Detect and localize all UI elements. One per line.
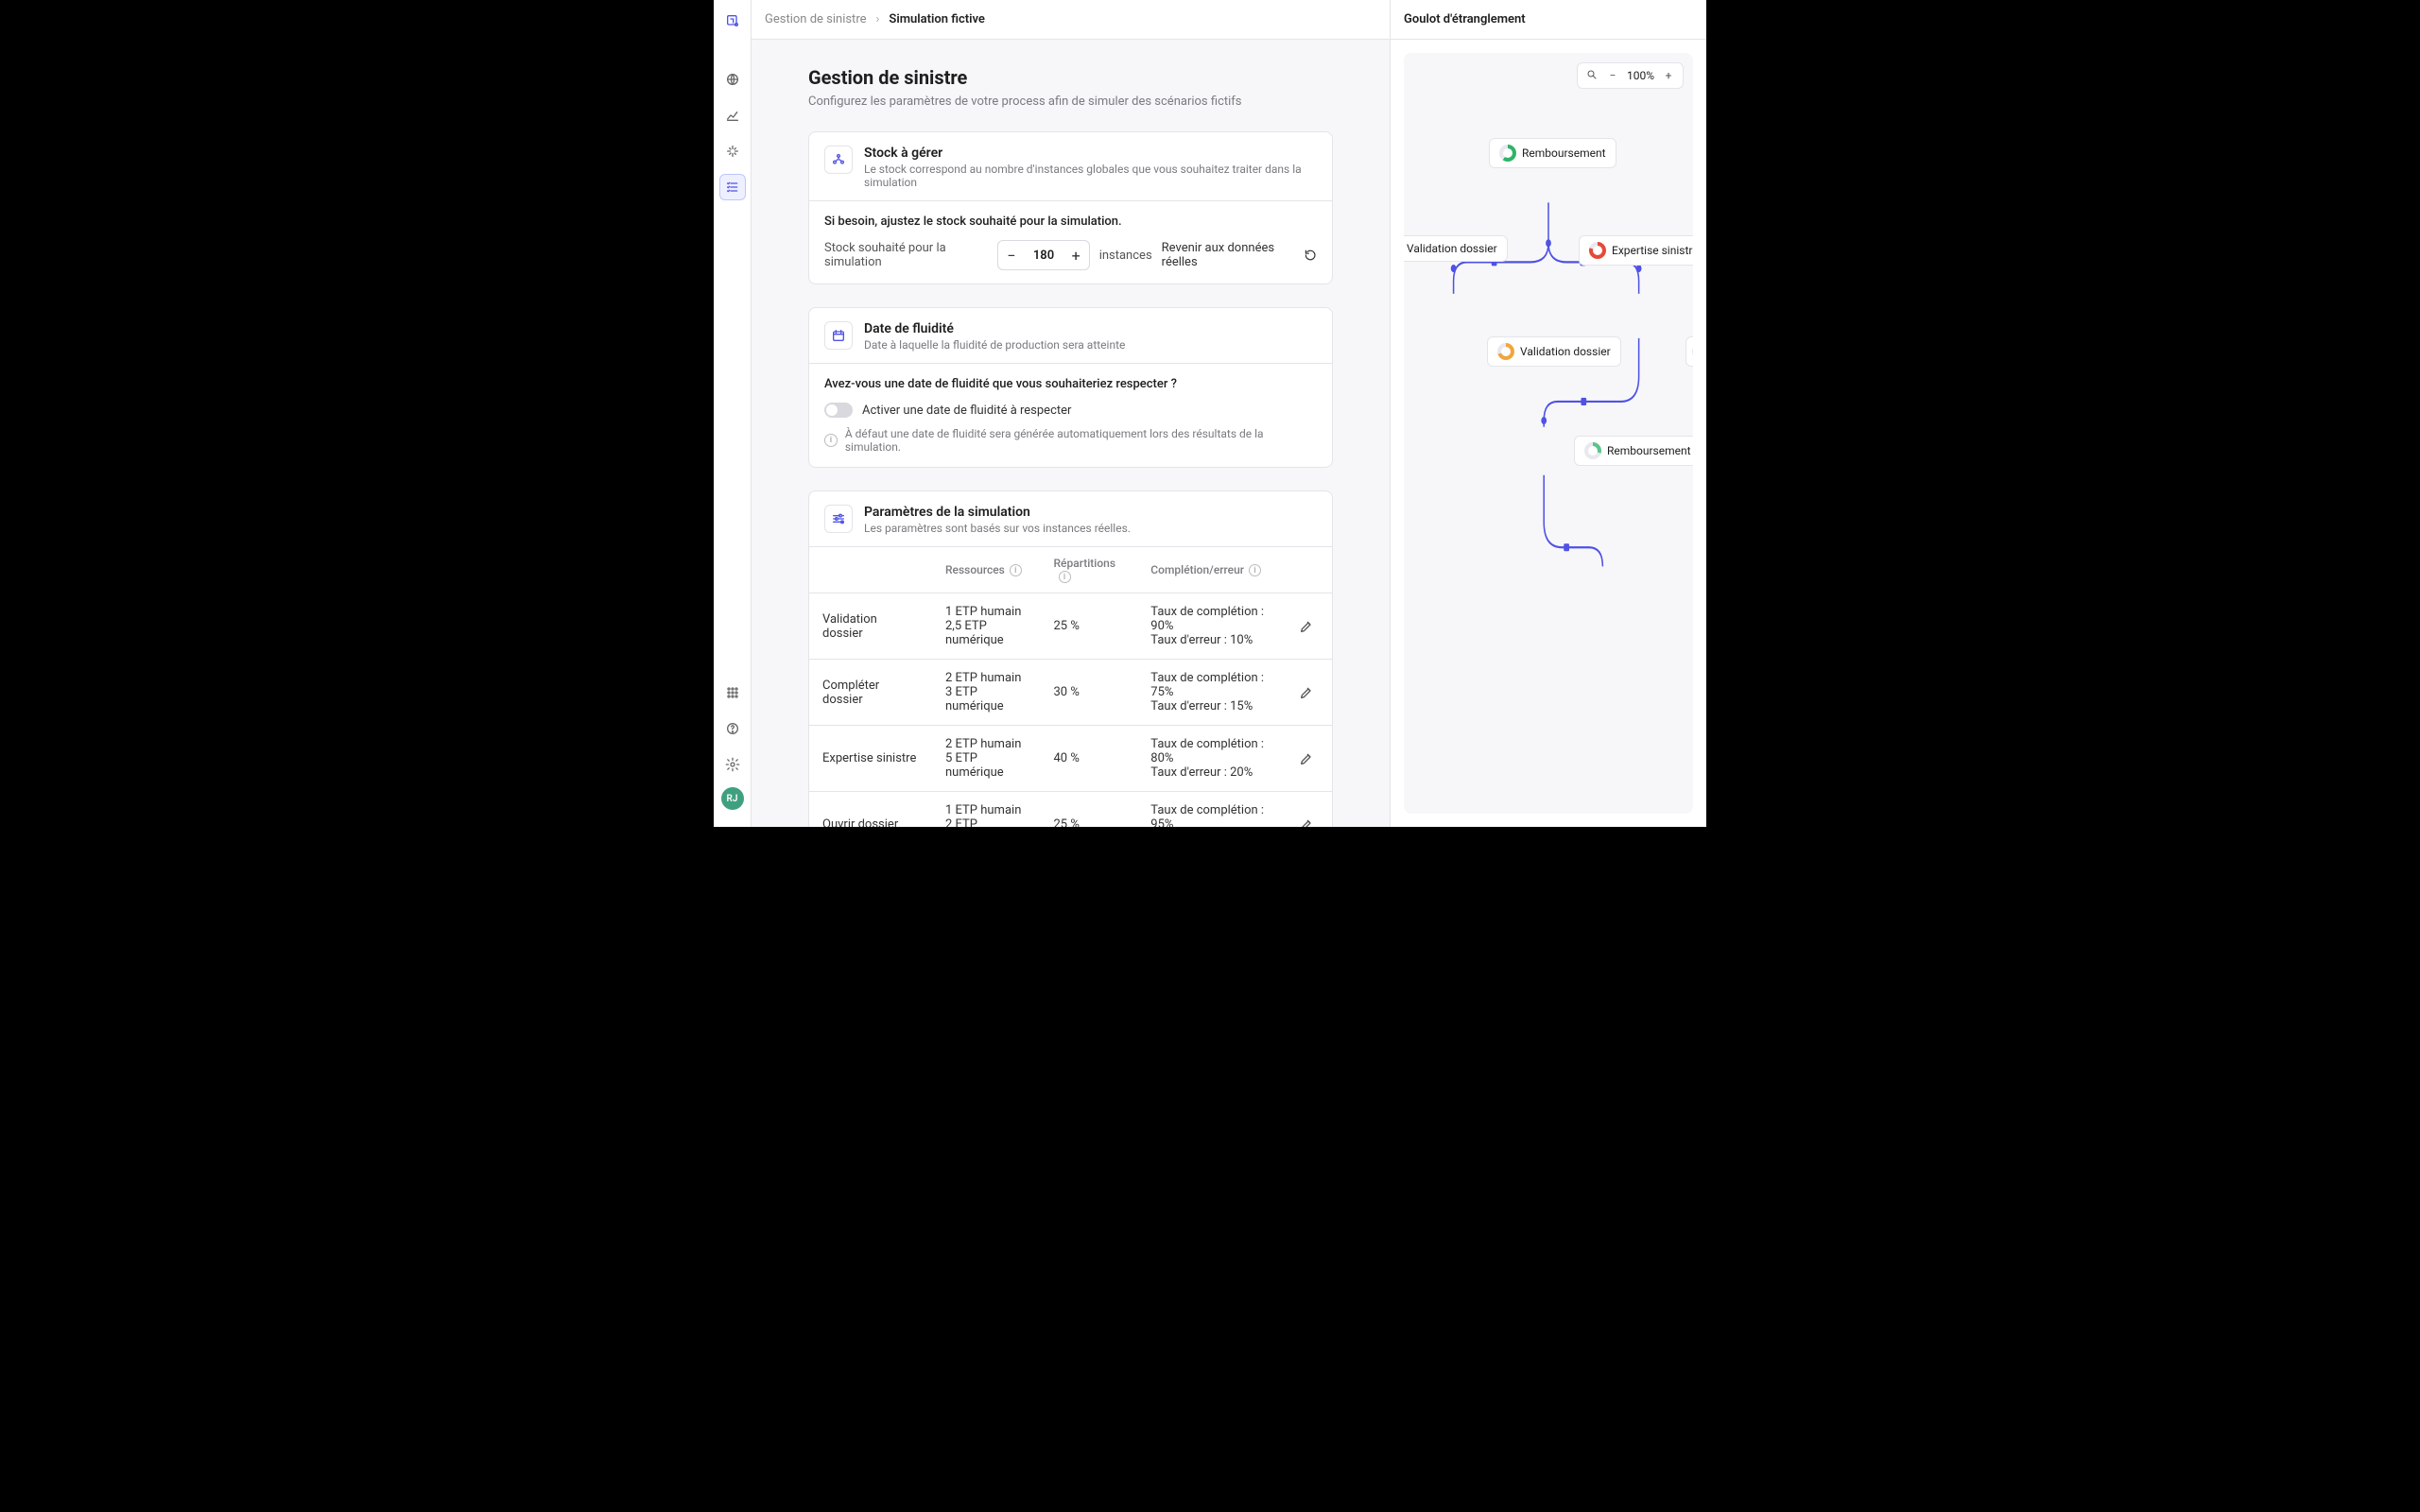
nav-globe[interactable] [719,66,746,93]
stepper-value: 180 [1024,241,1063,269]
params-subtitle: Les paramètres sont basés sur vos instan… [864,522,1131,535]
fluidite-toggle[interactable] [824,403,853,418]
nav-checklist[interactable] [719,174,746,200]
col-completion: Complétion/erreuri [1137,547,1281,593]
nav-sparkle[interactable] [719,138,746,164]
page-title: Gestion de sinistre [808,66,1333,89]
status-ring-icon [1692,343,1693,360]
row-completion: Taux de complétion : 95%Taux d'erreur : … [1137,792,1281,827]
pencil-icon [1299,817,1314,827]
row-name: Expertise sinistre [809,726,932,792]
quantity-stepper: − 180 + [997,240,1089,270]
fluidite-subtitle: Date à laquelle la fluidité de productio… [864,338,1125,352]
edit-button[interactable] [1294,680,1319,705]
status-ring-icon [1584,442,1601,459]
row-name: Ouvrir dossier [809,792,932,827]
stock-unit: instances [1099,249,1152,263]
table-row: Expertise sinistre2 ETP humain5 ETP numé… [809,726,1332,792]
app-logo[interactable] [719,8,746,34]
table-row: Compléter dossier2 ETP humain3 ETP numér… [809,660,1332,726]
sidebar: RJ [714,0,752,827]
row-repartition: 25 % [1041,593,1138,660]
row-completion: Taux de complétion : 90%Taux d'erreur : … [1137,593,1281,660]
stock-title: Stock à gérer [864,146,1317,161]
breadcrumb: Gestion de sinistre › Simulation fictive [752,0,1390,40]
node-validation-mid[interactable]: Validation dossier [1487,336,1621,367]
fluidite-title: Date de fluidité [864,321,1125,336]
node-partial-right[interactable] [1685,336,1693,367]
fluidite-toggle-label: Activer une date de fluidité à respecter [862,404,1071,418]
sliders-icon [824,505,853,533]
node-validation-left[interactable]: Validation dossier [1404,235,1508,262]
table-row: Ouvrir dossier1 ETP humain2 ETP numériqu… [809,792,1332,827]
right-panel-title: Goulot d'étranglement [1391,0,1706,40]
breadcrumb-parent[interactable]: Gestion de sinistre [765,12,867,26]
info-icon: i [1249,564,1261,576]
reset-label: Revenir aux données réelles [1162,241,1298,269]
right-panel: Goulot d'étranglement − 100% + [1390,0,1706,827]
nav-settings[interactable] [719,751,746,778]
col-resources: Ressourcesi [932,547,1041,593]
stock-icon [824,146,853,174]
params-title: Paramètres de la simulation [864,505,1131,520]
fluidite-card: Date de fluidité Date à laquelle la flui… [808,307,1333,468]
nav-help[interactable] [719,715,746,742]
pencil-icon [1299,685,1314,700]
avatar[interactable]: RJ [721,787,744,810]
row-completion: Taux de complétion : 80%Taux d'erreur : … [1137,726,1281,792]
fluidite-note: i À défaut une date de fluidité sera gén… [824,427,1317,454]
params-card: Paramètres de la simulation Les paramètr… [808,490,1333,827]
params-table: Ressourcesi Répartitionsi Complétion/err… [809,546,1332,827]
row-completion: Taux de complétion : 75%Taux d'erreur : … [1137,660,1281,726]
stock-label: Stock souhaité pour la simulation [824,241,988,269]
pencil-icon [1299,751,1314,766]
stepper-plus[interactable]: + [1063,241,1089,269]
edit-button[interactable] [1294,614,1319,639]
info-icon: i [1010,564,1022,576]
fluidite-question: Avez-vous une date de fluidité que vous … [824,377,1317,391]
status-ring-icon [1499,145,1516,162]
node-expertise[interactable]: Expertise sinistre [1579,235,1693,266]
status-ring-icon [1589,242,1606,259]
edit-button[interactable] [1294,747,1319,771]
nav-chart[interactable] [719,102,746,129]
stock-hint: Si besoin, ajustez le stock souhaité pou… [824,215,1317,229]
edit-button[interactable] [1294,813,1319,827]
info-icon: i [1059,571,1071,583]
col-repartitions: Répartitionsi [1041,547,1138,593]
breadcrumb-current: Simulation fictive [889,12,985,26]
chevron-right-icon: › [876,12,880,26]
row-name: Validation dossier [809,593,932,660]
table-row: Validation dossier1 ETP humain2,5 ETP nu… [809,593,1332,660]
status-ring-icon [1497,343,1514,360]
stock-subtitle: Le stock correspond au nombre d'instance… [864,163,1317,189]
page-subtitle: Configurez les paramètres de votre proce… [808,94,1333,109]
refresh-icon [1304,248,1317,263]
info-icon: i [824,434,838,447]
node-remboursement-bot[interactable]: Remboursement [1574,436,1693,466]
diagram-canvas[interactable]: − 100% + [1404,53,1693,814]
row-repartition: 30 % [1041,660,1138,726]
calendar-icon [824,321,853,350]
reset-link[interactable]: Revenir aux données réelles [1162,241,1317,269]
pencil-icon [1299,619,1314,634]
row-resources: 1 ETP humain2,5 ETP numérique [932,593,1041,660]
stock-card: Stock à gérer Le stock correspond au nom… [808,131,1333,284]
stepper-minus[interactable]: − [998,241,1024,269]
row-repartition: 40 % [1041,726,1138,792]
row-repartition: 25 % [1041,792,1138,827]
row-resources: 2 ETP humain5 ETP numérique [932,726,1041,792]
row-name: Compléter dossier [809,660,932,726]
nav-apps[interactable] [719,679,746,706]
row-resources: 1 ETP humain2 ETP numérique [932,792,1041,827]
node-remboursement-top[interactable]: Remboursement [1489,138,1616,168]
row-resources: 2 ETP humain3 ETP numérique [932,660,1041,726]
